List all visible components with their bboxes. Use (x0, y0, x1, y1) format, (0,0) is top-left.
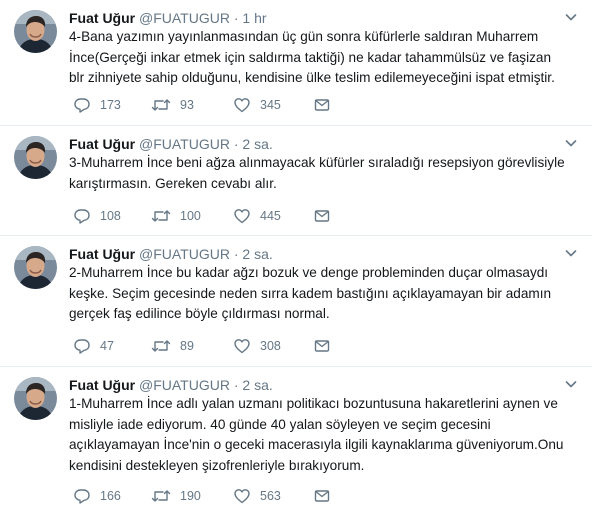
tweet-text-line: blr zihniyete sahip olduğunu, kendisine … (69, 70, 555, 85)
avatar[interactable] (14, 136, 57, 179)
reply-count: 166 (100, 489, 121, 503)
heart-icon (233, 207, 251, 225)
retweet-icon (151, 207, 171, 225)
retweet-count: 89 (180, 339, 194, 353)
retweet-count: 93 (180, 98, 194, 112)
separator-dot: · (233, 10, 239, 26)
separator-dot: · (233, 377, 239, 393)
retweet-icon (151, 337, 171, 355)
direct-message-button[interactable] (313, 96, 331, 114)
tweet-text: 1-Muharrem İnce adlı yalan uzmanı politi… (69, 394, 581, 476)
tweet-timestamp[interactable]: 2 sa. (242, 136, 272, 152)
direct-message-button[interactable] (313, 487, 331, 505)
separator-dot: · (233, 136, 239, 152)
reply-button[interactable]: 47 (73, 337, 114, 355)
retweet-button[interactable]: 89 (151, 337, 194, 355)
author-name[interactable]: Fuat Uğur (69, 377, 135, 393)
tweet-timestamp[interactable]: 2 sa. (242, 246, 272, 262)
tweet-text: 3-Muharrem İnce beni ağza alınmayacak kü… (69, 153, 581, 194)
reply-button[interactable]: 166 (73, 487, 121, 505)
like-count: 308 (260, 339, 281, 353)
avatar[interactable] (14, 10, 57, 53)
tweet-text-line: 3-Muharrem İnce beni ağza alınmayacak kü… (69, 155, 565, 170)
retweet-button[interactable]: 190 (151, 487, 201, 505)
author-handle[interactable]: @FUATUGUR (139, 246, 230, 262)
like-button[interactable]: 563 (233, 487, 281, 505)
heart-icon (233, 337, 251, 355)
tweet[interactable]: Fuat Uğur @FUATUGUR · 2 sa. 1-Muharrem İ… (0, 367, 592, 516)
chevron-down-icon[interactable] (564, 136, 578, 150)
tweet-text-line: açıklayamayan İnce'nin o geceki macerası… (69, 437, 564, 452)
chevron-down-icon[interactable] (564, 10, 578, 24)
tweet-text-line: karıştırmasın. Gereken cevabı alır. (69, 175, 277, 191)
tweet-text-line: 4-Bana yazımın yayınlanmasından üç gün s… (69, 29, 539, 44)
retweet-count: 100 (180, 209, 201, 223)
reply-icon (73, 96, 91, 114)
tweet-text-line: İnce(Gerçeği inkar etmek için saldırma t… (69, 49, 552, 65)
tweet-text-line: gerçek faş edilince böyle çıldırması nor… (69, 306, 330, 321)
like-button[interactable]: 445 (233, 207, 281, 225)
tweet-text-line: kendisini destekleyen şizofrenleriyle bı… (69, 457, 365, 473)
tweet-header: Fuat Uğur @FUATUGUR · 1 hr (69, 9, 267, 27)
heart-icon (233, 487, 251, 505)
separator-dot: · (233, 246, 239, 262)
like-count: 445 (260, 209, 281, 223)
tweet[interactable]: Fuat Uğur @FUATUGUR · 2 sa. 3-Muharrem İ… (0, 126, 592, 236)
tweet-timestamp[interactable]: 2 sa. (242, 377, 272, 393)
retweet-count: 190 (180, 489, 201, 503)
tweet-header: Fuat Uğur @FUATUGUR · 2 sa. (69, 376, 273, 394)
author-name[interactable]: Fuat Uğur (69, 246, 135, 262)
reply-button[interactable]: 173 (73, 96, 121, 114)
tweet-text: 2-Muharrem İnce bu kadar ağzı bozuk ve d… (69, 263, 581, 325)
tweet-text-line: 2-Muharrem İnce bu kadar ağzı bozuk ve d… (69, 265, 549, 280)
envelope-icon (313, 207, 331, 225)
author-name[interactable]: Fuat Uğur (69, 10, 135, 26)
tweet[interactable]: Fuat Uğur @FUATUGUR · 1 hr 4-Bana yazımı… (0, 0, 592, 126)
tweet-header: Fuat Uğur @FUATUGUR · 2 sa. (69, 245, 273, 263)
retweet-button[interactable]: 93 (151, 96, 194, 114)
like-button[interactable]: 345 (233, 96, 281, 114)
retweet-button[interactable]: 100 (151, 207, 201, 225)
direct-message-button[interactable] (313, 337, 331, 355)
chevron-down-icon[interactable] (564, 377, 578, 391)
tweet-text-line: 1-Muharrem İnce adlı yalan uzmanı politi… (69, 396, 558, 411)
author-name[interactable]: Fuat Uğur (69, 136, 135, 152)
heart-icon (233, 96, 251, 114)
tweet-header: Fuat Uğur @FUATUGUR · 2 sa. (69, 135, 273, 153)
tweet[interactable]: Fuat Uğur @FUATUGUR · 2 sa. 2-Muharrem İ… (0, 236, 592, 367)
reply-count: 47 (100, 339, 114, 353)
avatar[interactable] (14, 246, 57, 289)
envelope-icon (313, 337, 331, 355)
reply-icon (73, 207, 91, 225)
envelope-icon (313, 487, 331, 505)
author-handle[interactable]: @FUATUGUR (139, 136, 230, 152)
tweet-text-line: misliyle iade ediyorum. 40 günde 40 yala… (69, 416, 491, 432)
chevron-down-icon[interactable] (564, 246, 578, 260)
reply-count: 108 (100, 209, 121, 223)
tweet-feed: Fuat Uğur @FUATUGUR · 1 hr 4-Bana yazımı… (0, 0, 592, 516)
author-handle[interactable]: @FUATUGUR (139, 10, 230, 26)
direct-message-button[interactable] (313, 207, 331, 225)
retweet-icon (151, 487, 171, 505)
like-count: 563 (260, 489, 281, 503)
retweet-icon (151, 96, 171, 114)
tweet-text: 4-Bana yazımın yayınlanmasından üç gün s… (69, 27, 581, 89)
tweet-text-line: keşke. Seçim gecesinde neden sırra kadem… (69, 285, 552, 301)
reply-count: 173 (100, 98, 121, 112)
like-count: 345 (260, 98, 281, 112)
reply-button[interactable]: 108 (73, 207, 121, 225)
avatar[interactable] (14, 377, 57, 420)
author-handle[interactable]: @FUATUGUR (139, 377, 230, 393)
reply-icon (73, 337, 91, 355)
like-button[interactable]: 308 (233, 337, 281, 355)
envelope-icon (313, 96, 331, 114)
reply-icon (73, 487, 91, 505)
tweet-timestamp[interactable]: 1 hr (242, 10, 266, 26)
